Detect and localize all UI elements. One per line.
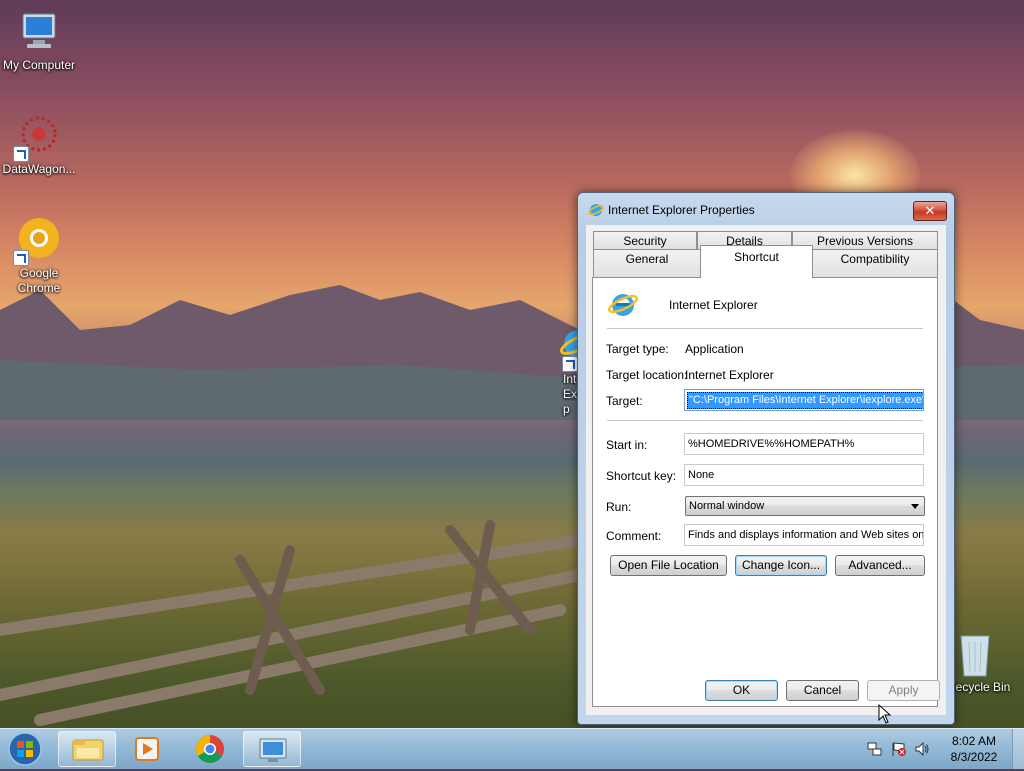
shortcut-tab-panel: Internet Explorer Target type: Applicati…	[592, 277, 938, 707]
tab-label: General	[625, 252, 669, 266]
desktop-icon-recycle-bin[interactable]: Recycle Bin	[953, 632, 1024, 695]
change-icon-button[interactable]: Change Icon...	[735, 555, 827, 576]
windows-logo-icon	[8, 732, 42, 766]
target-input[interactable]: "C:\Program Files\Internet Explorer\iexp…	[684, 389, 924, 411]
tab-shortcut[interactable]: Shortcut	[700, 245, 813, 278]
show-desktop-button[interactable]	[1012, 729, 1024, 769]
shortcut-key-value: None	[688, 469, 715, 481]
tab-label: Compatibility	[840, 252, 910, 266]
desktop-icon-label: Google Chrome	[17, 266, 61, 295]
desktop-icon-label: Recycle Bin	[953, 680, 1011, 694]
separator	[607, 420, 923, 421]
internet-explorer-icon	[587, 202, 605, 218]
button-label: OK	[732, 683, 751, 697]
comment-input[interactable]: Finds and displays information and Web s…	[684, 524, 924, 546]
desktop-icon-google-chrome[interactable]: Google Chrome	[0, 216, 78, 296]
run-select-value: Normal window	[689, 500, 765, 512]
button-label: Apply	[888, 683, 919, 697]
tab-general[interactable]: General	[593, 249, 701, 277]
desktop-icon-label: My Computer	[2, 58, 76, 72]
taskbar-explorer-button[interactable]	[58, 731, 116, 767]
system-clock[interactable]: 8:02 AM 8/3/2022	[943, 733, 1005, 765]
dialog-titlebar[interactable]: Internet Explorer Properties ✕	[578, 193, 954, 225]
tab-compatibility[interactable]: Compatibility	[812, 249, 938, 277]
cancel-button[interactable]: Cancel	[786, 680, 859, 701]
shortcut-arrow-icon	[13, 250, 29, 266]
desktop-icon-datawagon[interactable]: DataWagon...	[0, 112, 78, 177]
target-label: Target:	[606, 394, 643, 408]
target-location-label: Target location:	[606, 368, 688, 382]
start-in-value: %HOMEDRIVE%%HOMEPATH%	[688, 438, 855, 450]
button-label: Change Icon...	[741, 558, 821, 572]
button-label: Advanced...	[848, 558, 912, 572]
action-center-flag-icon[interactable]	[891, 741, 907, 757]
mouse-cursor-icon	[878, 704, 892, 724]
network-icon[interactable]	[867, 741, 883, 757]
close-button[interactable]: ✕	[913, 201, 947, 221]
dialog-title: Internet Explorer Properties	[608, 203, 755, 217]
media-player-icon	[135, 737, 159, 761]
comment-label: Comment:	[606, 529, 662, 543]
dialog-client-area: Security Details Previous Versions Gener…	[586, 225, 946, 715]
properties-dialog: Internet Explorer Properties ✕ Security …	[577, 192, 955, 725]
start-in-input[interactable]: %HOMEDRIVE%%HOMEPATH%	[684, 433, 924, 455]
start-button[interactable]	[4, 730, 46, 768]
clock-time: 8:02 AM	[951, 734, 997, 748]
target-type-label: Target type:	[606, 342, 669, 356]
start-in-label: Start in:	[606, 438, 648, 452]
desktop-icon-label: DataWagon...	[2, 162, 76, 176]
button-label: Open File Location	[618, 558, 719, 572]
target-input-value: "C:\Program Files\Internet Explorer\iexp…	[687, 392, 923, 409]
internet-explorer-icon	[607, 288, 639, 320]
tab-security[interactable]: Security	[593, 231, 697, 249]
tab-label: Shortcut	[734, 250, 779, 264]
volume-icon[interactable]	[914, 741, 930, 757]
ok-button[interactable]: OK	[705, 680, 778, 701]
taskbar-media-player-button[interactable]	[118, 731, 176, 767]
my-computer-icon	[15, 8, 63, 56]
folder-icon	[72, 739, 104, 761]
run-label: Run:	[606, 500, 632, 514]
button-label: Cancel	[803, 683, 842, 697]
shortcut-key-input[interactable]: None	[684, 464, 924, 486]
tab-label: Previous Versions	[816, 234, 914, 248]
shortcut-arrow-icon	[562, 356, 578, 372]
computer-window-icon	[259, 738, 287, 762]
clock-date: 8/3/2022	[950, 750, 998, 764]
taskbar: 8:02 AM 8/3/2022	[0, 728, 1024, 769]
taskbar-chrome-button[interactable]	[181, 731, 239, 767]
desktop-icon-my-computer[interactable]: My Computer	[0, 8, 78, 73]
shortcut-arrow-icon	[13, 146, 29, 162]
tab-previous-versions[interactable]: Previous Versions	[792, 231, 938, 249]
advanced-button[interactable]: Advanced...	[835, 555, 925, 576]
tab-label: Security	[623, 234, 667, 248]
target-location-value: Internet Explorer	[685, 368, 774, 382]
chevron-down-icon	[911, 504, 919, 509]
app-name: Internet Explorer	[669, 298, 758, 312]
datawagon-icon	[13, 112, 63, 162]
apply-button[interactable]: Apply	[867, 680, 940, 701]
separator	[607, 328, 923, 329]
run-select[interactable]: Normal window	[685, 496, 925, 516]
close-icon: ✕	[924, 203, 936, 218]
target-type-value: Application	[685, 342, 744, 356]
chrome-icon	[196, 735, 224, 763]
shortcut-key-label: Shortcut key:	[606, 469, 677, 483]
chrome-canary-icon	[13, 216, 63, 266]
desktop-icon-label: Int Exp	[563, 372, 578, 416]
open-file-location-button[interactable]: Open File Location	[610, 555, 727, 576]
comment-value: Finds and displays information and Web s…	[688, 529, 924, 541]
wooden-fence	[0, 520, 586, 726]
taskbar-properties-window-button[interactable]	[243, 731, 301, 767]
recycle-bin-icon	[955, 632, 995, 678]
